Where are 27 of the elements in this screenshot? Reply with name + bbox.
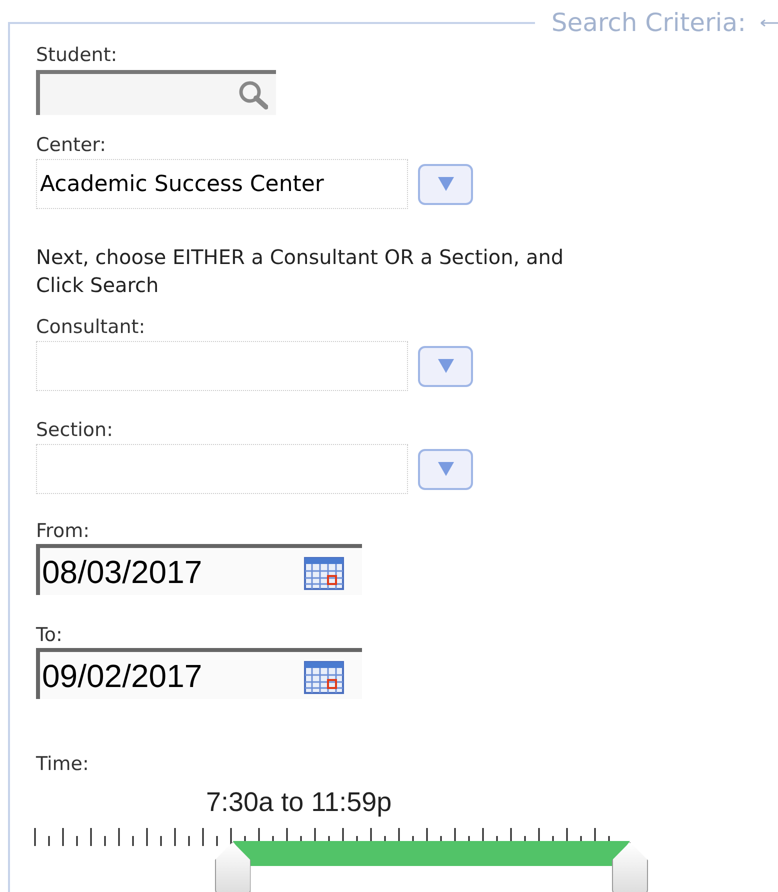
caret-icon [436, 461, 454, 477]
search-icon [238, 80, 268, 110]
select-field[interactable]: Academic Success Center [36, 159, 408, 209]
time-slider[interactable] [34, 826, 650, 892]
slider-handle[interactable] [214, 842, 251, 892]
arrow-icon [760, 18, 778, 28]
date-field[interactable]: 08/03/2017 [36, 544, 362, 595]
dropdown-button[interactable] [418, 346, 473, 386]
field-label: Consultant: [36, 316, 146, 338]
select-field[interactable] [36, 444, 408, 494]
slider-handle[interactable] [612, 842, 648, 892]
panel-legend: Search Criteria: [551, 4, 746, 42]
dropdown-button[interactable] [418, 448, 473, 490]
field-label: To: [36, 624, 64, 646]
caret-icon [436, 358, 454, 374]
caret-icon [436, 176, 454, 192]
date-field[interactable]: 09/02/2017 [36, 648, 362, 699]
time-range-reading: 7:30a to 11:59p [206, 786, 393, 818]
field-label: Student: [36, 44, 118, 66]
field-label: Center: [36, 134, 108, 156]
instruction-text: Next, choose EITHER a Consultant OR a Section, and Click Search [36, 244, 565, 299]
field-label: From: [36, 520, 90, 542]
dropdown-button[interactable] [418, 164, 473, 204]
student-search-field[interactable] [36, 70, 276, 115]
field-label: Section: [36, 419, 114, 441]
field-label: Time: [36, 753, 90, 775]
select-field[interactable] [36, 341, 408, 391]
